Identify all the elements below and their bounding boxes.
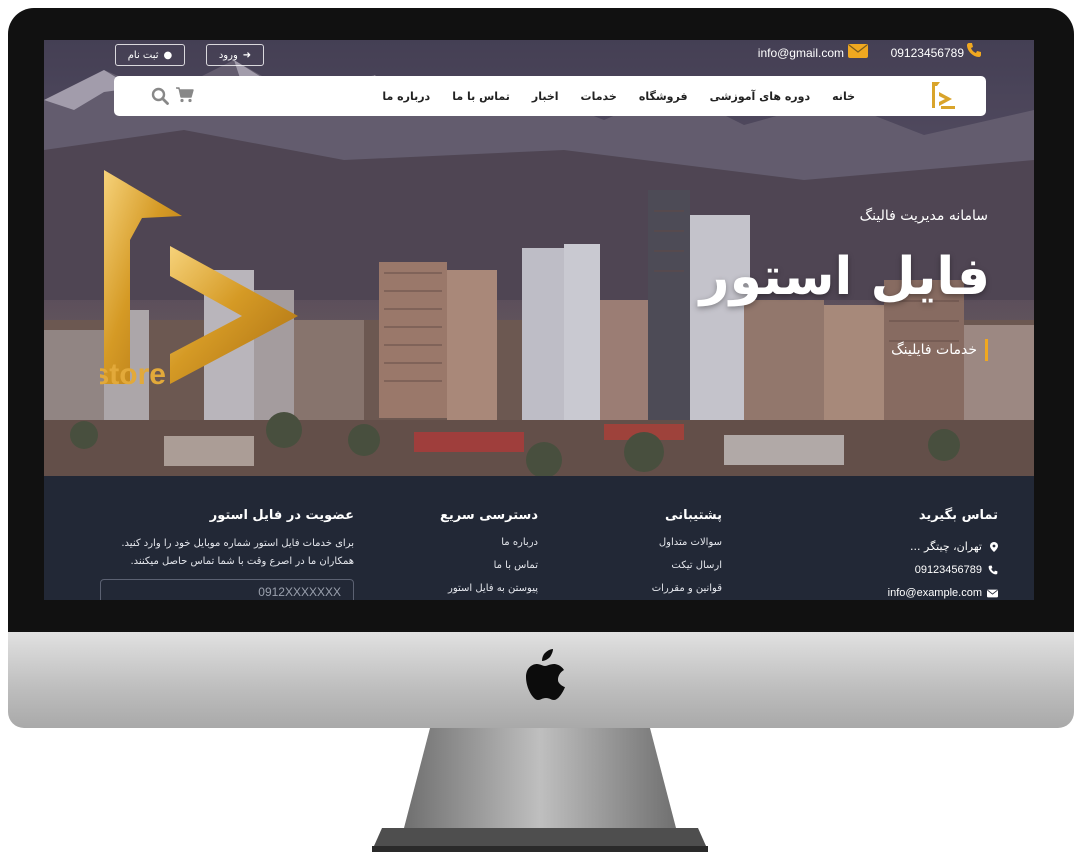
- topbar-phone[interactable]: 09123456789: [891, 46, 964, 60]
- main-navbar: خانه دوره های آموزشی فروشگاه خدمات اخبار…: [114, 76, 986, 116]
- contact-address-row: تهران، چیتگر ...: [858, 535, 998, 558]
- search-icon[interactable]: [151, 87, 169, 105]
- logo-wordmark: ile store: [100, 358, 166, 391]
- apple-logo-icon: [526, 649, 565, 700]
- contact-email-row: info@example.com: [858, 581, 998, 600]
- quick-link-join[interactable]: پیوستن به فایل استور: [398, 581, 538, 600]
- user-icon: ●: [163, 49, 173, 61]
- support-link-faq[interactable]: سوالات متداول: [582, 535, 722, 558]
- contact-phone-row: 09123456789: [858, 558, 998, 581]
- hero-section: 09123456789 info@gmail.com ➜ ورود ● ثبت …: [44, 40, 1034, 476]
- footer-support-title: پشتیبانی: [665, 508, 722, 523]
- footer-member-title: عضویت در فایل استور: [209, 508, 354, 523]
- nav-menu: خانه دوره های آموزشی فروشگاه خدمات اخبار…: [371, 76, 866, 116]
- site-logo[interactable]: [928, 80, 956, 110]
- footer-member-text: برای خدمات فایل استور شماره موبایل خود ر…: [121, 538, 354, 567]
- monitor-stand: [372, 728, 708, 852]
- contact-address: تهران، چیتگر ...: [910, 540, 982, 553]
- mail-icon: [848, 44, 868, 58]
- footer-quick-access-column: دسترسی سریع درباره ما تماس با ما پیوستن …: [398, 508, 538, 600]
- nav-item-news[interactable]: اخبار: [521, 90, 570, 103]
- website-screen: 09123456789 info@gmail.com ➜ ورود ● ثبت …: [44, 40, 1034, 600]
- phone-icon: [967, 43, 981, 57]
- cart-icon[interactable]: [176, 87, 194, 103]
- phone-icon: [988, 565, 998, 575]
- footer-support-column: پشتیبانی سوالات متداول ارسال تیکت قوانین…: [582, 508, 722, 600]
- filestore-logo-large: ile store: [100, 170, 298, 391]
- mail-icon: [987, 588, 998, 598]
- location-icon: [988, 541, 998, 552]
- nav-item-shop[interactable]: فروشگاه: [628, 90, 699, 103]
- footer-membership-column: عضویت در فایل استور برای خدمات فایل استو…: [94, 508, 354, 600]
- hero-subtitle: سامانه مدیریت فالینگ: [859, 208, 988, 224]
- hero-title: فایل استور: [699, 247, 990, 307]
- login-button[interactable]: ➜ ورود: [206, 44, 264, 66]
- quick-link-contact[interactable]: تماس با ما: [398, 558, 538, 581]
- support-link-ticket[interactable]: ارسال تیکت: [582, 558, 722, 581]
- footer-quick-title: دسترسی سریع: [440, 508, 538, 523]
- login-label: ورود: [218, 49, 238, 61]
- nav-item-contact[interactable]: تماس با ما: [441, 90, 521, 103]
- footer-contact-column: تماس بگیرید تهران، چیتگر ... 09123456789…: [858, 508, 998, 600]
- site-footer: تماس بگیرید تهران، چیتگر ... 09123456789…: [44, 476, 1034, 600]
- support-link-rules[interactable]: قوانین و مقررات: [582, 581, 722, 600]
- mobile-number-input[interactable]: [100, 579, 354, 600]
- nav-item-home[interactable]: خانه: [821, 90, 866, 103]
- contact-email[interactable]: info@example.com: [888, 587, 982, 599]
- quick-link-about[interactable]: درباره ما: [398, 535, 538, 558]
- login-icon: ➜: [242, 49, 252, 61]
- nav-item-services[interactable]: خدمات: [570, 90, 628, 103]
- register-button[interactable]: ● ثبت نام: [115, 44, 185, 66]
- register-label: ثبت نام: [127, 49, 159, 61]
- footer-contact-title: تماس بگیرید: [918, 508, 998, 523]
- nav-item-about[interactable]: درباره ما: [371, 90, 441, 103]
- contact-phone[interactable]: 09123456789: [915, 564, 982, 576]
- hero-tagline: خدمات فایلینگ: [891, 339, 988, 361]
- topbar-email[interactable]: info@gmail.com: [758, 46, 844, 60]
- nav-item-courses[interactable]: دوره های آموزشی: [699, 90, 822, 103]
